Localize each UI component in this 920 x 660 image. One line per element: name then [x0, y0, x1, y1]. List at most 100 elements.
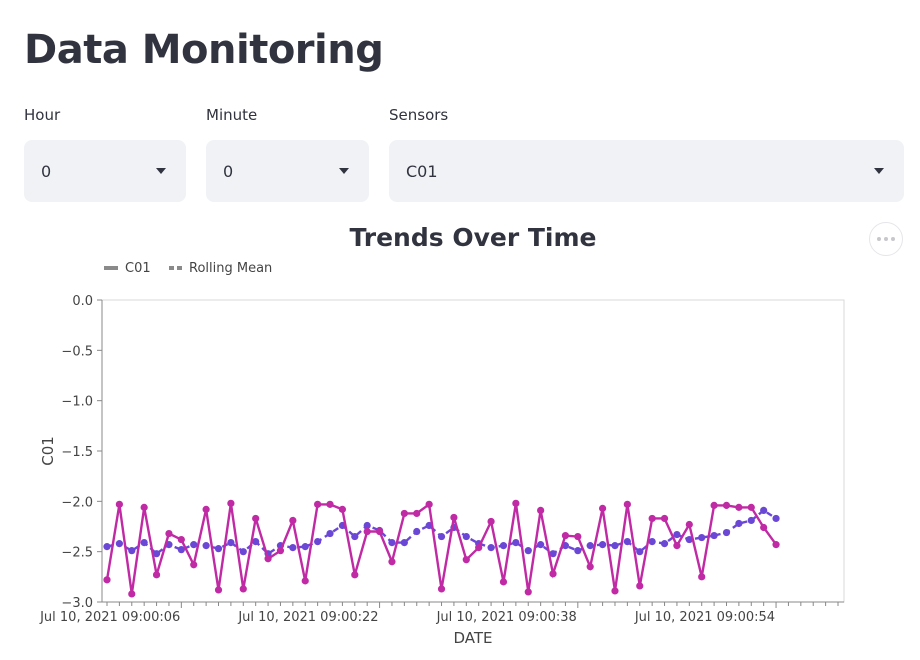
data-point-c01 [400, 509, 408, 518]
data-point-c01 [264, 555, 272, 563]
data-point-c01 [611, 587, 619, 595]
data-point-c01 [747, 503, 755, 511]
sensors-select[interactable]: C01 [389, 140, 904, 202]
chevron-down-icon [156, 168, 166, 174]
data-point-rolling-mean [289, 544, 297, 552]
data-point-c01 [413, 509, 421, 518]
data-point-c01 [128, 590, 136, 598]
data-point-c01 [598, 504, 607, 512]
data-point-c01 [165, 529, 173, 538]
data-point-c01 [152, 571, 161, 579]
data-point-c01 [202, 505, 210, 513]
data-point-c01 [388, 558, 396, 566]
legend-label-c01: C01 [125, 261, 151, 276]
data-point-rolling-mean [735, 519, 743, 528]
data-point-c01 [636, 582, 644, 590]
data-point-rolling-mean [400, 539, 408, 547]
x-axis-label: DATE [453, 629, 492, 647]
data-point-rolling-mean [115, 540, 123, 548]
data-point-c01 [623, 500, 631, 508]
data-point-rolling-mean [202, 542, 210, 550]
data-point-c01 [177, 535, 185, 544]
data-point-c01 [326, 500, 334, 508]
data-point-rolling-mean [772, 514, 780, 523]
data-point-c01 [524, 588, 532, 596]
y-tick-label: −2.0 [61, 495, 93, 510]
data-point-rolling-mean [103, 543, 111, 551]
chevron-down-icon [874, 168, 884, 174]
data-point-c01 [214, 586, 223, 594]
data-point-c01 [685, 520, 693, 529]
data-point-rolling-mean [326, 529, 334, 538]
hour-select[interactable]: 0 [24, 140, 186, 202]
data-point-c01 [574, 532, 582, 541]
data-point-c01 [115, 500, 123, 508]
data-point-c01 [561, 531, 570, 540]
data-point-c01 [660, 514, 669, 523]
data-point-rolling-mean [574, 547, 582, 555]
page-title: Data Monitoring [24, 27, 384, 73]
data-point-c01 [710, 501, 718, 509]
data-point-c01 [190, 561, 198, 569]
data-point-c01 [673, 542, 681, 550]
data-point-rolling-mean [413, 527, 421, 536]
hour-select-value: 0 [41, 161, 52, 181]
data-point-c01 [289, 516, 297, 525]
data-point-c01 [735, 503, 743, 511]
data-point-rolling-mean [524, 547, 532, 555]
data-point-rolling-mean [314, 538, 322, 546]
chevron-down-icon [339, 168, 349, 174]
data-point-rolling-mean [623, 538, 631, 546]
y-axis-label: C01 [39, 436, 57, 466]
data-point-c01 [301, 577, 309, 585]
y-tick-label: −1.5 [61, 445, 93, 460]
legend-swatch-c01 [104, 266, 118, 270]
data-point-rolling-mean [214, 545, 223, 553]
legend-swatch-rolling-mean-b [177, 266, 182, 270]
data-point-rolling-mean [190, 541, 198, 549]
data-point-rolling-mean [499, 542, 508, 550]
data-point-rolling-mean [239, 548, 247, 556]
series-group [103, 499, 780, 598]
data-point-rolling-mean [598, 541, 607, 549]
x-tick-label: Jul 10, 2021 09:00:38 [436, 610, 577, 625]
data-point-c01 [648, 514, 656, 523]
hour-label: Hour [24, 106, 61, 124]
data-point-rolling-mean [722, 528, 731, 537]
data-point-c01 [375, 527, 384, 536]
data-point-rolling-mean [437, 532, 446, 541]
data-point-rolling-mean [487, 544, 495, 552]
data-point-c01 [103, 576, 111, 584]
data-point-rolling-mean [227, 539, 235, 547]
data-point-c01 [698, 573, 706, 581]
data-point-c01 [462, 556, 470, 564]
data-point-rolling-mean [537, 541, 545, 549]
x-tick-label: Jul 10, 2021 09:00:06 [39, 610, 180, 625]
minute-select-value: 0 [223, 161, 234, 181]
data-point-rolling-mean [512, 539, 520, 547]
sensors-label: Sensors [389, 106, 449, 124]
chart-title: Trends Over Time [349, 223, 596, 252]
legend-swatch-rolling-mean-a [169, 266, 174, 270]
data-point-c01 [549, 570, 557, 578]
data-point-c01 [252, 514, 260, 523]
trend-chart: Trends Over Time C01 Rolling Mean 0.0 −0.… [0, 218, 920, 656]
minute-label: Minute [206, 106, 258, 124]
legend: C01 Rolling Mean [104, 261, 272, 276]
data-point-c01 [276, 547, 285, 555]
data-point-c01 [314, 500, 322, 508]
y-tick-label: −3.0 [61, 596, 93, 611]
data-point-c01 [450, 513, 458, 522]
data-point-rolling-mean [140, 539, 148, 547]
data-point-rolling-mean [128, 547, 136, 555]
data-point-rolling-mean [698, 533, 706, 542]
trend-chart-svg: Trends Over Time C01 Rolling Mean 0.0 −0.… [39, 223, 845, 647]
legend-label-rolling-mean: Rolling Mean [189, 261, 272, 276]
data-point-rolling-mean [462, 532, 470, 541]
data-point-c01 [760, 523, 768, 532]
minute-select[interactable]: 0 [206, 140, 369, 202]
data-point-c01 [338, 505, 347, 513]
y-tick-label: −1.0 [61, 395, 93, 410]
data-point-rolling-mean [611, 542, 619, 550]
y-tick-label: −0.5 [61, 344, 93, 359]
